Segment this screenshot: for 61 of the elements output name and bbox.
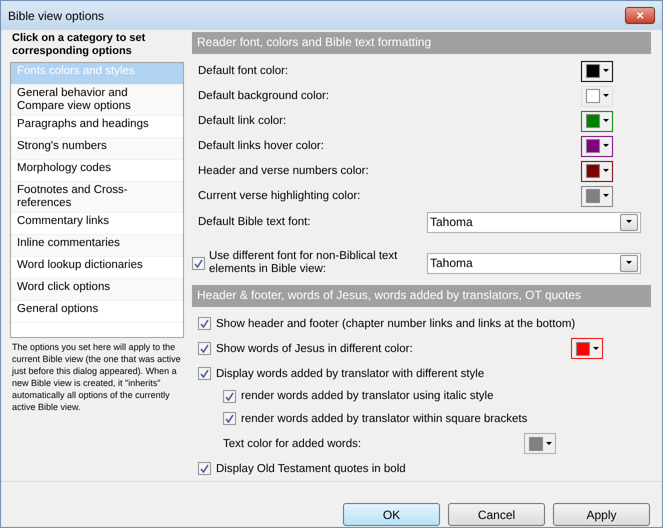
dialog-button[interactable]: Cancel — [448, 503, 545, 526]
option-label: Default background color: — [198, 90, 330, 102]
option-label: Show words of Jesus in different color: — [216, 342, 414, 354]
category-item[interactable]: Paragraphs and headings — [11, 116, 183, 138]
color-picker[interactable] — [581, 136, 613, 156]
category-item[interactable]: Commentary links — [11, 213, 183, 235]
dropdown-arrow-icon — [626, 261, 632, 265]
category-item[interactable]: General options — [11, 301, 183, 323]
checkbox[interactable] — [198, 342, 211, 355]
category-item[interactable]: Footnotes and Cross-references — [11, 182, 183, 213]
dropdown-arrow-icon — [603, 169, 609, 173]
dialog-button[interactable]: OK — [343, 503, 440, 526]
font-dropdown[interactable]: Tahoma — [427, 252, 641, 274]
dropdown-arrow-icon — [626, 220, 632, 224]
color-picker[interactable] — [581, 160, 613, 182]
category-item[interactable]: Morphology codes — [11, 160, 183, 182]
checkbox[interactable] — [198, 462, 211, 475]
dropdown-arrow-icon — [546, 442, 552, 446]
category-item[interactable]: Inline commentaries — [11, 235, 183, 257]
dropdown-button[interactable] — [620, 254, 638, 272]
checkbox[interactable] — [192, 256, 205, 270]
dropdown-button[interactable] — [620, 214, 638, 230]
color-picker[interactable] — [581, 60, 613, 82]
option-label: Display Old Testament quotes in bold — [216, 462, 406, 474]
dropdown-arrow-icon — [603, 194, 609, 198]
category-item[interactable]: General behavior and Compare view options — [11, 85, 183, 116]
sidebar-note: The options you set here will apply to the current Bible view (the one that was active just before this dialog appeared). When a new Bible view is created, it "inherits" automatically all options of the currently active Bible view. — [10, 341, 182, 414]
dropdown-arrow-icon — [603, 69, 609, 73]
checkbox[interactable] — [223, 390, 236, 402]
dropdown-arrow-icon — [603, 119, 609, 123]
option-label: Default font color: — [198, 65, 288, 77]
color-picker[interactable] — [524, 433, 556, 454]
option-label: Header and verse numbers color: — [198, 165, 369, 177]
option-label: Default Bible text font: — [198, 216, 311, 228]
option-label: Text color for added words: — [223, 438, 362, 450]
dropdown-arrow-icon — [593, 346, 599, 350]
font-dropdown[interactable]: Tahoma — [427, 212, 641, 232]
option-label: Default links hover color: — [198, 140, 324, 152]
option-label: Show header and footer (chapter number links and links at the bottom) — [216, 318, 576, 330]
color-picker[interactable] — [571, 338, 603, 359]
sidebar-heading: Click on a category to set corresponding options — [11, 32, 146, 59]
section-header: Header & footer, words of Jesus, words added by translators, OT quotes — [192, 285, 651, 307]
option-label: render words added by translator using italic style — [241, 390, 494, 402]
category-item[interactable]: Word click options — [11, 279, 183, 301]
color-picker[interactable] — [581, 186, 613, 206]
option-label: Default link color: — [198, 115, 286, 127]
dropdown-arrow-icon — [603, 144, 609, 148]
option-label: Current verse highlighting color: — [198, 190, 360, 202]
option-label: render words added by translator within square brackets — [241, 412, 528, 424]
option-label: Display words added by translator with different style — [216, 368, 484, 380]
window-title: Bible view options — [8, 8, 104, 22]
color-picker[interactable] — [581, 110, 613, 132]
dropdown-arrow-icon — [603, 94, 609, 98]
dialog-button[interactable]: Apply — [553, 503, 650, 526]
checkbox[interactable] — [223, 412, 236, 425]
category-item[interactable]: Strong's numbers — [11, 138, 183, 160]
category-item[interactable]: Word lookup dictionaries — [11, 257, 183, 279]
option-label: Use different font for non-Biblical text elements in Bible view: — [209, 250, 398, 276]
checkbox[interactable] — [198, 317, 211, 330]
section-header: Reader font, colors and Bible text formatting — [192, 32, 651, 54]
checkbox[interactable] — [198, 367, 211, 380]
